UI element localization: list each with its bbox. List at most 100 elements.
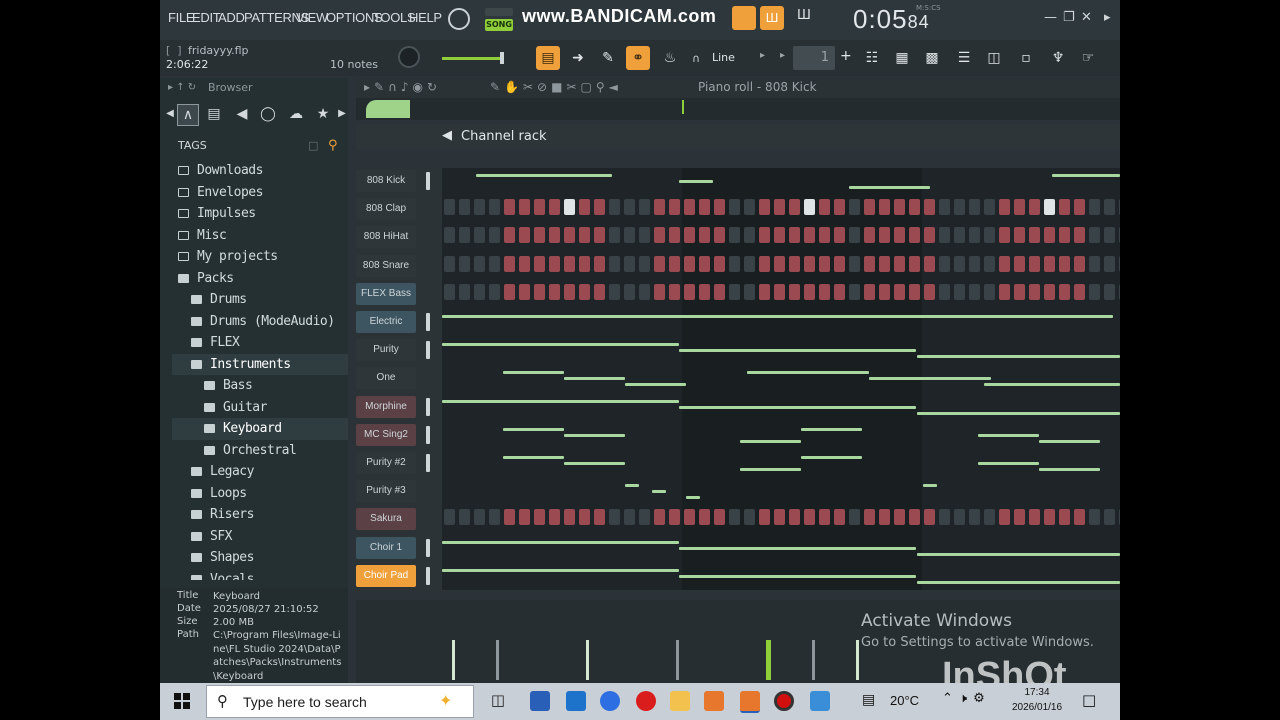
step-button[interactable] bbox=[879, 199, 890, 216]
step-button[interactable] bbox=[624, 255, 635, 272]
note-bar[interactable] bbox=[1052, 174, 1120, 177]
step-button[interactable] bbox=[894, 283, 905, 300]
tray-icons[interactable]: ⌃🕨⚙ bbox=[942, 691, 991, 706]
step-button[interactable] bbox=[909, 227, 920, 244]
step-button[interactable] bbox=[519, 255, 530, 272]
task-view-icon[interactable]: ◫ bbox=[488, 691, 508, 711]
note-bar[interactable] bbox=[978, 434, 1039, 437]
channel-button[interactable]: Sakura bbox=[356, 508, 416, 531]
step-button[interactable] bbox=[474, 283, 485, 300]
browser-tree-item[interactable]: Loops bbox=[172, 483, 348, 505]
browser-tree-item[interactable]: Misc bbox=[172, 225, 348, 247]
step-button[interactable] bbox=[939, 199, 950, 216]
step-button[interactable] bbox=[489, 283, 500, 300]
note-bar[interactable] bbox=[442, 400, 679, 403]
taskbar-clock[interactable]: 17:34 2026/01/16 bbox=[1012, 685, 1062, 715]
step-button[interactable] bbox=[894, 255, 905, 272]
channel-button[interactable]: Choir Pad bbox=[356, 564, 416, 587]
step-button[interactable] bbox=[504, 509, 515, 526]
step-button[interactable] bbox=[579, 227, 590, 244]
step-button[interactable] bbox=[549, 255, 560, 272]
step-button[interactable] bbox=[639, 255, 650, 272]
folder-icon[interactable]: □ bbox=[308, 136, 318, 156]
note-bar[interactable] bbox=[869, 377, 991, 380]
browser-tree-item[interactable]: Keyboard bbox=[172, 418, 348, 440]
channel-select-led[interactable] bbox=[426, 538, 430, 557]
step-button[interactable] bbox=[534, 227, 545, 244]
step-button[interactable] bbox=[804, 227, 815, 244]
step-button[interactable] bbox=[609, 199, 620, 216]
step-button[interactable] bbox=[819, 255, 830, 272]
step-button[interactable] bbox=[1059, 509, 1070, 526]
channel-button[interactable]: MC Sing2 bbox=[356, 423, 416, 446]
step-button[interactable] bbox=[924, 227, 935, 244]
step-button[interactable] bbox=[519, 509, 530, 526]
step-button[interactable] bbox=[744, 509, 755, 526]
browser-icon[interactable]: ▫ bbox=[1014, 46, 1038, 70]
channel-button[interactable]: 808 HiHat bbox=[356, 226, 416, 249]
step-button[interactable] bbox=[444, 255, 455, 272]
step-button[interactable] bbox=[849, 255, 860, 272]
step-button[interactable] bbox=[549, 283, 560, 300]
opera-icon[interactable] bbox=[636, 691, 656, 711]
step-button[interactable] bbox=[654, 509, 665, 526]
step-button[interactable] bbox=[909, 255, 920, 272]
step-button[interactable] bbox=[924, 199, 935, 216]
tempo-display-button[interactable]: ▤ bbox=[536, 46, 560, 70]
channel-button[interactable]: Purity #3 bbox=[356, 480, 416, 503]
step-button[interactable] bbox=[954, 509, 965, 526]
menu-file[interactable]: FILE bbox=[168, 10, 195, 25]
step-button[interactable] bbox=[564, 509, 575, 526]
step-button[interactable] bbox=[954, 255, 965, 272]
brush-icon[interactable]: ✎ bbox=[596, 46, 620, 70]
browser-tree-item[interactable]: Impulses bbox=[172, 203, 348, 225]
step-button[interactable] bbox=[699, 199, 710, 216]
step-button[interactable] bbox=[894, 199, 905, 216]
browser-tree-item[interactable]: Drums (ModeAudio) bbox=[172, 311, 348, 333]
taskbar-search[interactable]: ⚲ Type here to search ✦ bbox=[206, 685, 474, 718]
step-button[interactable] bbox=[699, 509, 710, 526]
step-button[interactable] bbox=[564, 199, 575, 216]
windows-start-icon[interactable] bbox=[174, 693, 190, 709]
step-button[interactable] bbox=[849, 283, 860, 300]
step-button[interactable] bbox=[1119, 199, 1120, 216]
channel-select-led[interactable] bbox=[426, 313, 430, 331]
step-button[interactable] bbox=[564, 255, 575, 272]
step-button[interactable] bbox=[969, 255, 980, 272]
step-button[interactable] bbox=[594, 227, 605, 244]
all-files-icon[interactable]: ∧ bbox=[177, 104, 199, 126]
step-button[interactable] bbox=[609, 227, 620, 244]
step-button[interactable] bbox=[684, 227, 695, 244]
step-button[interactable] bbox=[504, 227, 515, 244]
note-bar[interactable] bbox=[917, 553, 1120, 556]
step-button[interactable] bbox=[459, 199, 470, 216]
plugin-plug-icon[interactable]: ♆ bbox=[1046, 46, 1070, 70]
channel-select-led[interactable] bbox=[426, 172, 430, 190]
note-bar[interactable] bbox=[679, 406, 916, 409]
step-button[interactable] bbox=[1029, 509, 1040, 526]
step-button[interactable] bbox=[729, 199, 740, 216]
step-button[interactable] bbox=[969, 199, 980, 216]
step-button[interactable] bbox=[939, 227, 950, 244]
step-button[interactable] bbox=[1014, 227, 1025, 244]
step-button[interactable] bbox=[594, 255, 605, 272]
step-button[interactable] bbox=[624, 199, 635, 216]
step-button[interactable] bbox=[669, 283, 680, 300]
step-button[interactable] bbox=[999, 509, 1010, 526]
step-button[interactable] bbox=[639, 509, 650, 526]
browser-tree-item[interactable]: Guitar bbox=[172, 397, 348, 419]
step-button[interactable] bbox=[909, 509, 920, 526]
step-button[interactable] bbox=[714, 255, 725, 272]
note-bar[interactable] bbox=[1039, 468, 1100, 471]
channel-select-led[interactable] bbox=[426, 425, 430, 444]
step-button[interactable] bbox=[444, 283, 455, 300]
note-bar[interactable] bbox=[679, 575, 916, 578]
browser-tree-item[interactable]: Shapes bbox=[172, 547, 348, 569]
note-bar[interactable] bbox=[917, 412, 1120, 415]
step-button[interactable] bbox=[1059, 227, 1070, 244]
channel-button[interactable]: Morphine bbox=[356, 395, 416, 418]
step-button[interactable] bbox=[669, 227, 680, 244]
add-pattern-icon[interactable]: + bbox=[840, 48, 852, 64]
step-button[interactable] bbox=[1014, 255, 1025, 272]
step-button[interactable] bbox=[1044, 227, 1055, 244]
